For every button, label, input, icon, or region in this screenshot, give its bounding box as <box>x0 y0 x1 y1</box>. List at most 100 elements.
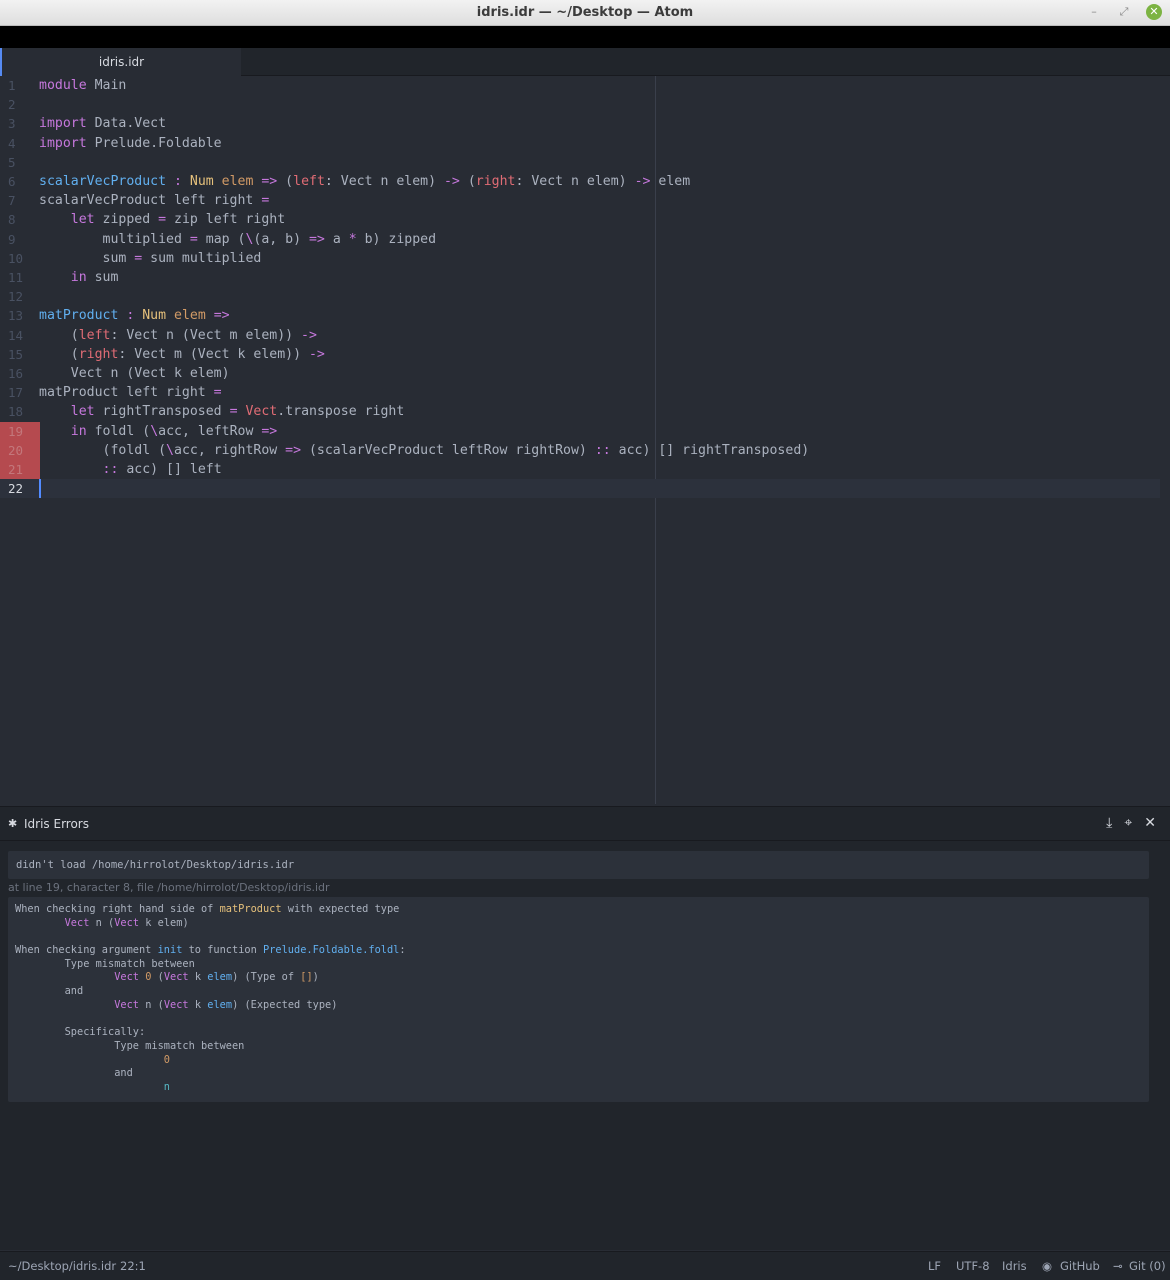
idris-errors-panel: ✱ Idris Errors ⤓ ⌖ ✕ didn't load /home/h… <box>0 806 1170 1250</box>
code-editor[interactable]: 1 module Main 2 3 import Data.Vect 4 import Pr… <box>0 76 1170 804</box>
status-grammar[interactable]: Idris <box>1002 1259 1027 1273</box>
download-icon[interactable]: ⤓ <box>1106 815 1112 831</box>
code-token: => <box>253 174 286 189</box>
code-line[interactable]: 17 matProduct left right = <box>0 383 1160 402</box>
code-line[interactable]: 14 (left: Vect n (Vect m elem)) -> <box>0 326 1160 345</box>
line-number[interactable]: 9 <box>0 230 40 249</box>
minimize-icon[interactable]: – <box>1086 4 1102 20</box>
maximize-icon[interactable]: ⤢ <box>1116 4 1132 20</box>
error-token: to function <box>182 944 263 957</box>
error-detail-line: When checking right hand side of matProd… <box>15 903 1142 917</box>
line-number[interactable]: 2 <box>0 95 40 114</box>
code-token: in <box>70 270 87 285</box>
line-number[interactable]: 20 <box>0 440 40 460</box>
code-line[interactable]: 15 (right: Vect m (Vect k elem)) -> <box>0 345 1160 364</box>
code-token: scalarVecProduct <box>39 174 167 189</box>
code-token: sum <box>39 250 135 266</box>
status-git[interactable]: Git (0) <box>1129 1259 1166 1273</box>
line-number[interactable]: 5 <box>0 153 40 172</box>
pin-icon[interactable]: ⌖ <box>1124 815 1132 831</box>
code-line[interactable]: 4 import Prelude.Foldable <box>0 134 1160 153</box>
github-icon[interactable]: ◉ <box>1042 1259 1052 1273</box>
code-line[interactable]: 22 <box>0 479 1160 499</box>
line-number[interactable]: 13 <box>0 306 40 325</box>
status-file-path[interactable]: ~/Desktop/idris.idr <box>8 1259 116 1273</box>
code-token: :: <box>594 442 611 458</box>
line-number[interactable]: 16 <box>0 364 40 383</box>
code-line[interactable]: 9 multiplied = map (\(a, b) => a * b) zi… <box>0 230 1160 249</box>
menu-bar-area <box>0 26 1170 48</box>
bug-icon: ✱ <box>8 817 18 830</box>
line-number[interactable]: 17 <box>0 383 40 402</box>
tab-idris-idr[interactable]: idris.idr <box>0 48 241 76</box>
code-line[interactable]: 8 let zipped = zip left right <box>0 210 1160 229</box>
code-text: let zipped = zip left right <box>39 210 285 229</box>
status-cursor-position[interactable]: 22:1 <box>120 1259 146 1273</box>
line-number[interactable]: 4 <box>0 134 40 153</box>
code-token: b) zipped <box>356 231 437 247</box>
code-token: multiplied <box>39 231 190 247</box>
code-line[interactable]: 21 :: acc) [] left <box>0 460 1160 480</box>
code-text: multiplied = map (\(a, b) => a * b) zipp… <box>39 230 437 249</box>
git-icon[interactable]: ⊸ <box>1113 1259 1123 1273</box>
code-line[interactable]: 11 in sum <box>0 268 1160 287</box>
code-line[interactable]: 5 <box>0 153 1160 172</box>
code-line[interactable]: 12 <box>0 287 1160 306</box>
code-line[interactable]: 18 let rightTransposed = Vect.transpose … <box>0 402 1160 421</box>
error-detail-line <box>15 930 1142 944</box>
code-token: elem <box>166 308 206 324</box>
line-number[interactable]: 12 <box>0 287 40 306</box>
error-detail-line: When checking argument init to function … <box>15 944 1142 958</box>
code-token: let <box>70 404 95 420</box>
error-detail-line: Vect n (Vect k elem) (Expected type) <box>15 999 1142 1013</box>
close-panel-icon[interactable]: ✕ <box>1144 815 1156 831</box>
code-token: = <box>229 404 238 420</box>
error-token <box>15 999 114 1011</box>
code-token: :: <box>102 462 119 477</box>
error-token: n ( <box>139 998 164 1011</box>
line-number[interactable]: 3 <box>0 114 40 133</box>
code-line[interactable]: 19 in foldl (\acc, leftRow => <box>0 421 1160 441</box>
line-number[interactable]: 15 <box>0 345 40 364</box>
code-line[interactable]: 3 import Data.Vect <box>0 114 1160 133</box>
code-line[interactable]: 2 <box>0 95 1160 114</box>
code-token: matProduct <box>39 308 119 324</box>
line-number[interactable]: 10 <box>0 249 40 268</box>
code-token: : Vect n elem) <box>515 174 635 189</box>
close-window-icon[interactable]: ✕ <box>1146 4 1162 20</box>
error-token <box>15 971 114 983</box>
code-token: import <box>39 135 87 151</box>
code-line[interactable]: 20 (foldl (\acc, rightRow => (scalarVecP… <box>0 440 1160 460</box>
code-token: left <box>293 174 325 189</box>
error-token: Specifically: <box>15 1026 146 1039</box>
code-line[interactable]: 13 matProduct : Num elem => <box>0 306 1160 325</box>
line-number[interactable]: 11 <box>0 268 40 287</box>
error-token: init <box>157 944 183 957</box>
line-number[interactable]: 7 <box>0 191 40 210</box>
code-line[interactable]: 6 scalarVecProduct : Num elem => (left: V… <box>0 172 1160 191</box>
error-token: ) (Expected type) <box>232 998 338 1011</box>
line-number[interactable]: 1 <box>0 76 40 95</box>
line-number[interactable]: 21 <box>0 460 40 480</box>
line-number[interactable]: 19 <box>0 421 40 441</box>
code-token: scalarVecProduct left right <box>39 193 262 209</box>
status-github[interactable]: GitHub <box>1060 1259 1100 1273</box>
line-number[interactable]: 22 <box>0 479 40 498</box>
code-line[interactable]: 7 scalarVecProduct left right = <box>0 191 1160 210</box>
error-token: Vect <box>163 998 189 1011</box>
line-number[interactable]: 18 <box>0 402 40 421</box>
line-number[interactable]: 6 <box>0 172 40 191</box>
line-number[interactable]: 8 <box>0 210 40 229</box>
code-line[interactable]: 16 Vect n (Vect k elem) <box>0 364 1160 383</box>
status-line-ending[interactable]: LF <box>928 1259 941 1273</box>
line-number[interactable]: 14 <box>0 326 40 345</box>
status-encoding[interactable]: UTF-8 <box>956 1259 990 1273</box>
code-line[interactable]: 1 module Main <box>0 76 1160 95</box>
code-token: (foldl ( <box>39 442 167 458</box>
code-line[interactable]: 10 sum = sum multiplied <box>0 249 1160 268</box>
code-token: elem <box>213 174 254 189</box>
code-token: let <box>70 212 95 228</box>
code-text: sum = sum multiplied <box>39 249 262 268</box>
